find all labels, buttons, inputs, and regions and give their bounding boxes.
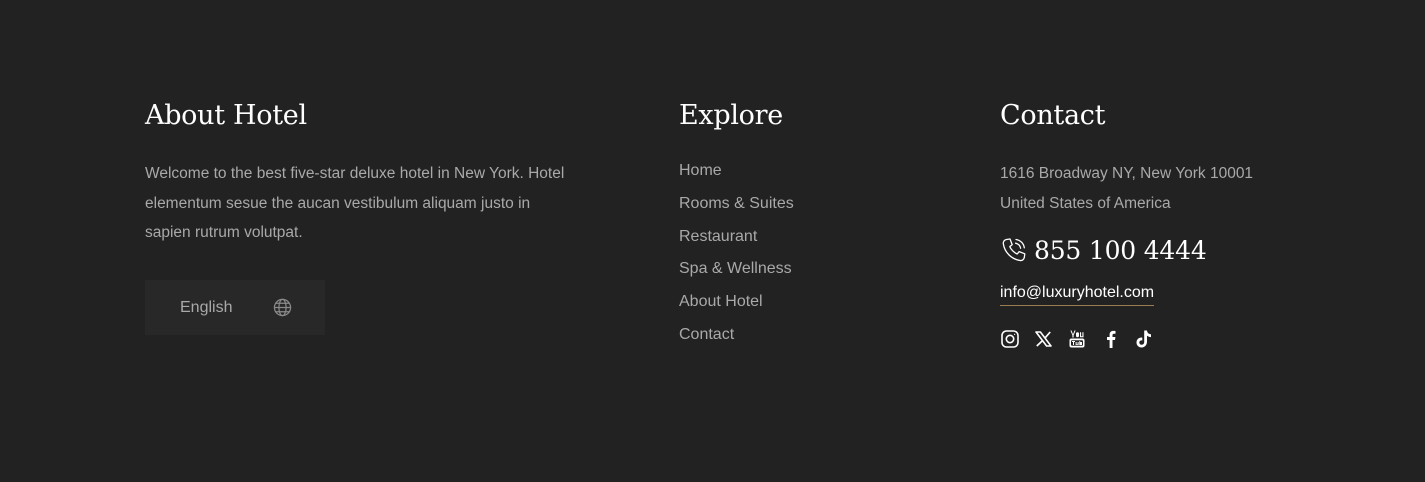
- language-selector-button[interactable]: English: [145, 280, 325, 335]
- address-line-1: 1616 Broadway NY, New York 10001: [1000, 165, 1254, 182]
- about-text: Welcome to the best five-star deluxe hot…: [145, 165, 565, 241]
- explore-link-about-hotel[interactable]: About Hotel: [679, 291, 939, 324]
- explore-link-rooms-suites[interactable]: Rooms & Suites: [679, 193, 939, 226]
- contact-heading: Contact: [1000, 100, 1106, 131]
- explore-link-contact[interactable]: Contact: [679, 324, 939, 357]
- contact-section: Contact 1616 Broadway NY, New York 10001…: [1000, 98, 1330, 350]
- phone-number: 855 100 4444: [1034, 235, 1207, 265]
- tiktok-icon[interactable]: [1134, 329, 1154, 349]
- explore-link-home[interactable]: Home: [679, 160, 939, 193]
- about-heading: About Hotel: [145, 100, 307, 131]
- email-link[interactable]: info@luxuryhotel.com: [1000, 282, 1155, 306]
- x-twitter-icon[interactable]: [1034, 329, 1054, 349]
- explore-link-spa-wellness[interactable]: Spa & Wellness: [679, 258, 939, 291]
- phone-row[interactable]: 855 100 4444: [1000, 232, 1330, 268]
- explore-links: Home Rooms & Suites Restaurant Spa & Wel…: [679, 160, 939, 357]
- youtube-icon[interactable]: [1067, 329, 1087, 349]
- social-links: [1000, 328, 1330, 350]
- about-section: About Hotel Welcome to the best five-sta…: [145, 98, 585, 335]
- explore-link-restaurant[interactable]: Restaurant: [679, 226, 939, 259]
- instagram-icon[interactable]: [1000, 329, 1020, 349]
- explore-heading: Explore: [679, 100, 783, 131]
- phone-icon: [1002, 238, 1026, 262]
- address-line-2: United States of America: [1000, 194, 1171, 212]
- address: 1616 Broadway NY, New York 10001 United …: [1000, 159, 1330, 218]
- language-label: English: [180, 299, 233, 316]
- explore-section: Explore Home Rooms & Suites Restaurant S…: [679, 98, 939, 357]
- facebook-icon[interactable]: [1101, 329, 1121, 349]
- globe-icon: [273, 298, 292, 317]
